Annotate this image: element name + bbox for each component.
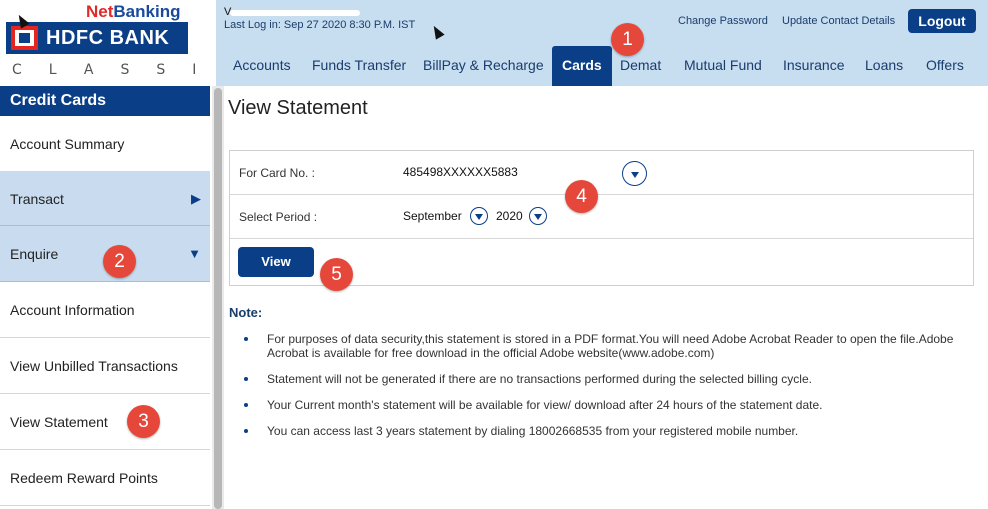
triangle-right-icon: ▶ — [191, 190, 201, 206]
card-number-label: For Card No. : — [239, 166, 316, 180]
sidebar-item-transact[interactable]: Transact ▶ — [0, 172, 210, 226]
callout-marker: 4 — [565, 180, 598, 213]
tab-mutual-fund[interactable]: Mutual Fund — [684, 57, 762, 73]
top-header: V Last Log in: Sep 27 2020 8:30 P.M. IST… — [216, 0, 988, 86]
triangle-down-icon: ▼ — [188, 246, 201, 261]
tab-billpay-recharge[interactable]: BillPay & Recharge — [423, 57, 544, 73]
tab-demat[interactable]: Demat — [620, 57, 661, 73]
hdfc-logo-box: HDFC BANK — [6, 22, 188, 54]
sidebar-item-redeem-reward-points[interactable]: Redeem Reward Points — [0, 450, 210, 506]
logout-button[interactable]: Logout — [908, 9, 976, 33]
list-item: Statement will not be generated if there… — [244, 372, 968, 386]
sidebar: Credit Cards Account Summary Transact ▶ E… — [0, 86, 212, 509]
sidebar-scrollbar-thumb[interactable] — [214, 88, 222, 509]
list-item: For purposes of data security,this state… — [244, 332, 968, 360]
sidebar-item-view-statement[interactable]: View Statement — [0, 394, 210, 450]
list-item: Your Current month's statement will be a… — [244, 398, 968, 412]
callout-marker: 5 — [320, 258, 353, 291]
card-dropdown-icon[interactable] — [622, 161, 647, 186]
notes-list: For purposes of data security,this state… — [244, 332, 968, 450]
form-divider — [230, 238, 973, 239]
select-period-label: Select Period : — [239, 210, 318, 224]
note-heading: Note: — [229, 305, 263, 320]
hdfc-emblem-icon — [11, 26, 38, 50]
form-divider — [230, 194, 973, 195]
bank-name: HDFC BANK — [46, 27, 170, 49]
sidebar-heading: Credit Cards — [0, 86, 210, 116]
sidebar-item-view-unbilled-transactions[interactable]: View Unbilled Transactions — [0, 338, 210, 394]
last-login-text: Last Log in: Sep 27 2020 8:30 P.M. IST — [224, 19, 416, 31]
card-number-value[interactable]: 485498XXXXXX5883 — [403, 165, 518, 179]
redacted-name-bar — [230, 10, 360, 16]
view-button[interactable]: View — [238, 247, 314, 277]
sidebar-item-account-information[interactable]: Account Information — [0, 282, 210, 338]
tab-funds-transfer[interactable]: Funds Transfer — [312, 57, 406, 73]
sidebar-item-account-summary[interactable]: Account Summary — [0, 116, 210, 172]
change-password-link[interactable]: Change Password — [678, 15, 768, 27]
bank-logo: NetBanking HDFC BANK CLASSIC — [0, 0, 233, 84]
month-dropdown-icon[interactable] — [470, 207, 488, 225]
tab-insurance[interactable]: Insurance — [783, 57, 844, 73]
list-item: You can access last 3 years statement by… — [244, 424, 968, 438]
callout-marker: 3 — [127, 405, 160, 438]
callout-marker: 2 — [103, 245, 136, 278]
netbanking-wordmark: NetBanking — [86, 2, 181, 21]
tab-accounts[interactable]: Accounts — [233, 57, 291, 73]
period-year-select[interactable]: 2020 — [496, 209, 523, 223]
tab-cards[interactable]: Cards — [552, 46, 612, 86]
callout-marker: 1 — [611, 23, 644, 56]
year-dropdown-icon[interactable] — [529, 207, 547, 225]
tab-loans[interactable]: Loans — [865, 57, 903, 73]
update-contact-link[interactable]: Update Contact Details — [782, 15, 895, 27]
period-month-select[interactable]: September — [403, 209, 462, 223]
page-title: View Statement — [228, 97, 368, 119]
tab-offers[interactable]: Offers — [926, 57, 964, 73]
